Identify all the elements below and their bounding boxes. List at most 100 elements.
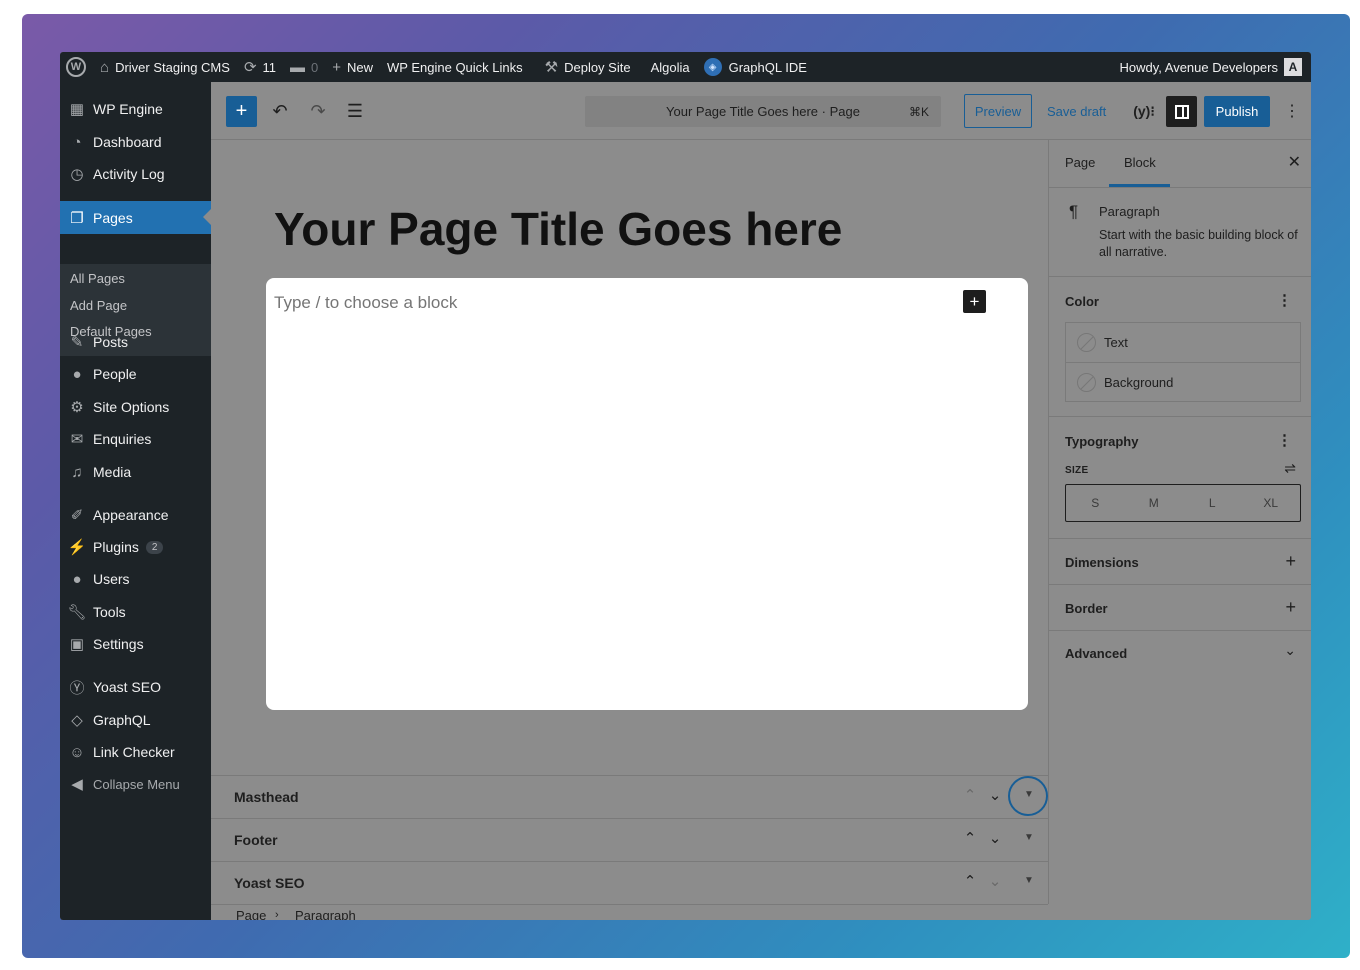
move-up-button[interactable]: ⌃	[960, 829, 980, 847]
submenu-all-pages[interactable]: All Pages	[70, 271, 125, 286]
move-up-button[interactable]: ⌃	[960, 786, 980, 804]
sidebar-item-label: Users	[93, 571, 130, 587]
sidebar-item-wp-engine[interactable]: ▦ WP Engine	[60, 93, 211, 125]
metabox-yoast-seo: Yoast SEO ⌃ ⌄ ▼	[211, 861, 1048, 904]
collapse-toggle-button[interactable]: ▼	[1019, 832, 1039, 843]
sidebar-item-plugins[interactable]: ⚡ Plugins 2	[60, 531, 211, 563]
block-card: ¶ Paragraph Start with the basic buildin…	[1049, 188, 1311, 277]
sidebar-item-yoast-seo[interactable]: Ⓨ Yoast SEO	[60, 671, 211, 703]
yoast-toolbar-button[interactable]: (y)⁝	[1129, 97, 1159, 125]
breadcrumb-page[interactable]: Page	[236, 908, 266, 920]
advanced-panel[interactable]: Advanced ⌄	[1049, 631, 1311, 677]
block-placeholder[interactable]: Type / to choose a block	[274, 293, 457, 313]
typography-options-button[interactable]: ⋮	[1277, 431, 1292, 449]
tab-page[interactable]: Page	[1065, 155, 1095, 170]
active-tab-indicator	[1109, 184, 1170, 187]
options-button[interactable]: ⋮	[1281, 97, 1303, 125]
plus-icon[interactable]: +	[1285, 551, 1296, 572]
chevron-right-icon: ›	[275, 909, 279, 920]
undo-button[interactable]: ↶	[266, 97, 294, 125]
sidebar-item-posts[interactable]: ✎ Posts	[60, 326, 211, 358]
sidebar-item-graphql[interactable]: ◇ GraphQL	[60, 704, 211, 736]
algolia-link[interactable]: Algolia	[644, 52, 697, 82]
color-options-button[interactable]: ⋮	[1277, 291, 1292, 309]
submenu-add-page[interactable]: Add Page	[70, 298, 127, 313]
sidebar-item-users[interactable]: ● Users	[60, 563, 211, 595]
gear-icon: ⚙	[70, 399, 84, 416]
color-panel-title: Color	[1065, 294, 1099, 309]
move-down-button[interactable]: ⌄	[985, 872, 1005, 890]
metabox-title: Yoast SEO	[234, 875, 305, 891]
sidebar-item-people[interactable]: ● People	[60, 358, 211, 390]
sidebar-item-tools[interactable]: 🔧︎ Tools	[60, 596, 211, 628]
updates-link[interactable]: ⟳ 11	[237, 52, 283, 82]
collapse-menu-button[interactable]: ◀ Collapse Menu	[60, 768, 211, 800]
new-content-link[interactable]: + New	[325, 52, 380, 82]
settings-sidebar: Page Block ✕ ¶ Paragraph Start with the …	[1048, 140, 1311, 904]
collapse-icon: ◀	[71, 776, 83, 793]
add-block-button[interactable]: +	[226, 96, 257, 127]
collapse-toggle-button[interactable]: ▼	[1019, 789, 1039, 800]
move-down-button[interactable]: ⌄	[985, 829, 1005, 847]
typography-panel-title: Typography	[1065, 434, 1139, 449]
sidebar-item-activity-log[interactable]: ◷ Activity Log	[60, 158, 211, 190]
plus-icon[interactable]: +	[1285, 597, 1296, 618]
sidebar-item-settings[interactable]: ▣ Settings	[60, 628, 211, 660]
sidebar-item-label: Posts	[93, 334, 129, 350]
sidebar-item-label: Tools	[93, 604, 126, 620]
publish-button[interactable]: Publish	[1204, 96, 1270, 127]
sidebar-item-appearance[interactable]: ✐ Appearance	[60, 499, 211, 531]
sidebar-item-pages[interactable]: ❐ Pages	[60, 201, 211, 234]
size-option-s[interactable]: S	[1066, 496, 1125, 510]
move-down-button[interactable]: ⌄	[985, 786, 1005, 804]
sidebar-item-site-options[interactable]: ⚙ Site Options	[60, 391, 211, 423]
background-color-option[interactable]: Background	[1066, 362, 1300, 401]
save-draft-button[interactable]: Save draft	[1047, 96, 1106, 127]
wrench-icon: 🔧︎	[67, 604, 87, 621]
document-title-bar[interactable]: Your Page Title Goes here · Page ⌘K	[585, 96, 941, 127]
comments-link[interactable]: ▬ 0	[283, 52, 325, 82]
sidebar-item-label: Pages	[93, 209, 133, 226]
breadcrumb-paragraph[interactable]: Paragraph	[295, 908, 356, 920]
dimensions-panel[interactable]: Dimensions +	[1049, 539, 1311, 585]
size-option-l[interactable]: L	[1183, 496, 1242, 510]
paragraph-block[interactable]: Type / to choose a block +	[266, 278, 1028, 710]
hammer-icon: ⚒	[544, 59, 559, 76]
size-option-m[interactable]: M	[1125, 496, 1184, 510]
settings-toggle-button[interactable]	[1166, 96, 1197, 127]
preview-button[interactable]: Preview	[964, 94, 1032, 128]
inline-add-block-button[interactable]: +	[963, 290, 986, 313]
sidebar-item-enquiries[interactable]: ✉ Enquiries	[60, 423, 211, 455]
undo-icon: ↶	[272, 100, 288, 121]
site-name-link[interactable]: ⌂ Driver Staging CMS	[93, 52, 237, 82]
deploy-site-link[interactable]: ⚒ Deploy Site	[538, 52, 638, 82]
new-label: New	[347, 59, 374, 75]
tab-block[interactable]: Block	[1124, 155, 1156, 170]
custom-size-toggle-icon[interactable]: ⇌	[1284, 460, 1296, 477]
user-icon: ●	[72, 365, 82, 383]
page-title[interactable]: Your Page Title Goes here	[274, 202, 842, 256]
graphql-ide-link[interactable]: ◈ GraphQL IDE	[697, 52, 814, 82]
sidebar-item-link-checker[interactable]: ☺ Link Checker	[60, 736, 211, 768]
sidebar-item-dashboard[interactable]: ◔ Dashboard	[60, 126, 211, 158]
sidebar-item-media[interactable]: ♫ Media	[60, 456, 211, 488]
border-panel[interactable]: Border +	[1049, 585, 1311, 631]
quick-links-menu[interactable]: WP Engine Quick Links	[380, 52, 530, 82]
sidebar-item-label: Collapse Menu	[93, 776, 180, 792]
sidebar-item-label: Site Options	[93, 399, 170, 415]
dimensions-panel-title: Dimensions	[1065, 555, 1139, 570]
chevron-down-icon[interactable]: ⌄	[1284, 642, 1296, 659]
size-option-xl[interactable]: XL	[1242, 496, 1301, 510]
redo-button[interactable]: ↷	[304, 97, 332, 125]
wp-logo-menu[interactable]: W	[60, 52, 93, 82]
move-up-button[interactable]: ⌃	[960, 872, 980, 890]
close-icon[interactable]: ✕	[1288, 152, 1301, 172]
document-overview-button[interactable]: ☰	[341, 97, 369, 125]
home-icon: ⌂	[100, 58, 110, 76]
admin-sidebar: ▦ WP Engine ◔ Dashboard ◷ Activity Log ❐…	[60, 82, 211, 920]
collapse-toggle-button[interactable]: ▼	[1019, 875, 1039, 886]
yoast-icon: (y)⁝	[1133, 102, 1155, 119]
text-color-option[interactable]: Text	[1066, 323, 1300, 362]
command-shortcut: ⌘K	[908, 104, 929, 119]
account-menu[interactable]: Howdy, Avenue Developers A	[1112, 52, 1311, 82]
